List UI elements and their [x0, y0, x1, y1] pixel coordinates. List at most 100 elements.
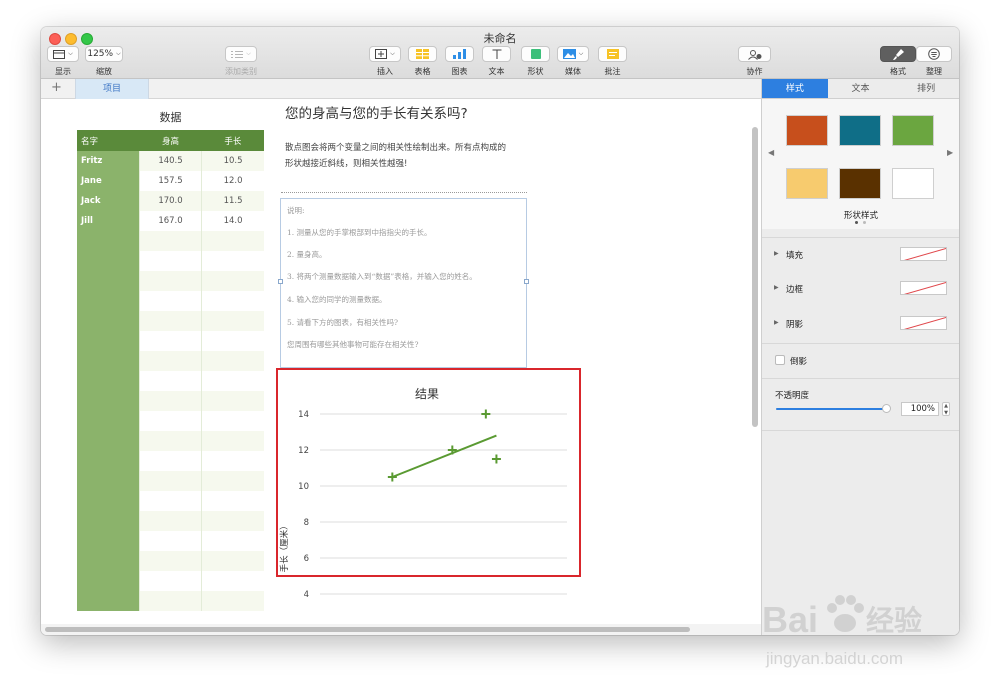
table-row[interactable]: Fritz 140.5 10.5 [77, 151, 264, 171]
cell-hand[interactable]: 14.0 [201, 211, 264, 231]
style-swatch[interactable] [839, 168, 881, 199]
cell-name[interactable]: Jane [77, 171, 140, 191]
add-category-button[interactable]: ⌵ [225, 46, 257, 62]
cell-hand[interactable] [201, 391, 264, 411]
cell-height[interactable] [138, 411, 202, 431]
media-button[interactable]: ⌵ [557, 46, 589, 62]
cell-name[interactable] [77, 591, 140, 611]
table-row[interactable]: Jill 167.0 14.0 [77, 211, 264, 231]
table-row[interactable] [77, 251, 264, 271]
cell-hand[interactable] [201, 511, 264, 531]
cell-height[interactable] [138, 451, 202, 471]
data-table[interactable]: 名字 身高 手长 Fritz 140.5 10.5 Jane 157.5 12.0 Jack… [77, 130, 264, 611]
cell-name[interactable] [77, 551, 140, 571]
add-sheet-button[interactable]: + [51, 81, 62, 95]
zoom-menu[interactable]: 125% ⌵ 缩放 [85, 46, 123, 77]
fill-preview[interactable] [900, 247, 947, 261]
table-row[interactable] [77, 271, 264, 291]
cell-height[interactable] [138, 591, 202, 611]
instructions-text-box[interactable]: 说明: 1. 测量从您的手掌根部到中指指尖的手长。 2. 量身高。 3. 将两个… [278, 198, 529, 368]
cell-height[interactable] [138, 471, 202, 491]
tab-style[interactable]: 样式 [762, 79, 828, 98]
table-row[interactable] [77, 471, 264, 491]
cell-name[interactable] [77, 231, 140, 251]
resize-handle[interactable] [524, 279, 529, 284]
cell-hand[interactable] [201, 311, 264, 331]
cell-height[interactable] [138, 351, 202, 371]
opacity-input[interactable]: 100% [901, 402, 939, 416]
cell-height[interactable] [138, 311, 202, 331]
comment-button[interactable] [598, 46, 627, 62]
column-header-hand[interactable]: 手长 [201, 130, 264, 151]
table-tool[interactable]: 表格 [408, 46, 437, 77]
cell-name[interactable]: Fritz [77, 151, 140, 171]
shape-button[interactable] [521, 46, 550, 62]
cell-hand[interactable] [201, 271, 264, 291]
cell-name[interactable] [77, 571, 140, 591]
cell-hand[interactable] [201, 291, 264, 311]
cell-height[interactable] [138, 511, 202, 531]
style-swatch[interactable] [892, 168, 934, 199]
cell-height[interactable] [138, 571, 202, 591]
media-menu[interactable]: ⌵ 媒体 [557, 46, 589, 77]
collaborate-button[interactable] [738, 46, 771, 62]
opacity-stepper[interactable]: ▲ ▼ [942, 402, 950, 416]
cell-hand[interactable] [201, 351, 264, 371]
cell-name[interactable] [77, 451, 140, 471]
style-swatch[interactable] [892, 115, 934, 146]
cell-hand[interactable] [201, 591, 264, 611]
cell-height[interactable] [138, 331, 202, 351]
cell-hand[interactable] [201, 231, 264, 251]
table-row[interactable] [77, 291, 264, 311]
border-section[interactable]: ▶ 边框 [762, 272, 959, 306]
cell-height[interactable]: 170.0 [138, 191, 202, 211]
tab-arrange[interactable]: 排列 [893, 79, 959, 98]
table-row[interactable] [77, 531, 264, 551]
cell-height[interactable]: 140.5 [138, 151, 202, 171]
cell-name[interactable] [77, 351, 140, 371]
cell-name[interactable] [77, 491, 140, 511]
table-row[interactable] [77, 451, 264, 471]
style-swatch[interactable] [839, 115, 881, 146]
cell-height[interactable]: 157.5 [138, 171, 202, 191]
opacity-slider[interactable] [776, 408, 886, 410]
border-preview[interactable] [900, 281, 947, 295]
cell-hand[interactable] [201, 571, 264, 591]
table-row[interactable] [77, 231, 264, 251]
insert-button[interactable]: ⌵ [369, 46, 401, 62]
cell-hand[interactable] [201, 371, 264, 391]
text-tool[interactable]: 文本 [482, 46, 511, 77]
table-row[interactable] [77, 491, 264, 511]
column-header-name[interactable]: 名字 [77, 130, 140, 151]
cell-name[interactable] [77, 311, 140, 331]
cell-hand[interactable] [201, 411, 264, 431]
cell-name[interactable] [77, 511, 140, 531]
cell-name[interactable] [77, 271, 140, 291]
fill-section[interactable]: ▶ 填充 [762, 237, 959, 271]
cell-name[interactable] [77, 431, 140, 451]
cell-name[interactable] [77, 291, 140, 311]
table-row[interactable] [77, 351, 264, 371]
cell-height[interactable] [138, 531, 202, 551]
cell-hand[interactable] [201, 551, 264, 571]
cell-name[interactable] [77, 531, 140, 551]
page-indicator-dot[interactable] [855, 221, 858, 224]
cell-name[interactable] [77, 251, 140, 271]
horizontal-scrollbar[interactable] [45, 627, 690, 632]
cell-hand[interactable] [201, 531, 264, 551]
opacity-slider-knob[interactable] [882, 404, 891, 413]
question-title[interactable]: 您的身高与您的手长有关系吗? [285, 102, 468, 122]
cell-hand[interactable]: 11.5 [201, 191, 264, 211]
reflection-checkbox[interactable] [775, 355, 785, 365]
text-button[interactable] [482, 46, 511, 62]
cell-hand[interactable] [201, 491, 264, 511]
cell-height[interactable] [138, 371, 202, 391]
table-row[interactable] [77, 571, 264, 591]
table-row[interactable] [77, 431, 264, 451]
chart-tool[interactable]: 图表 [445, 46, 474, 77]
style-swatch[interactable] [786, 168, 828, 199]
table-row[interactable] [77, 371, 264, 391]
cell-name[interactable] [77, 471, 140, 491]
table-row[interactable] [77, 591, 264, 611]
tab-text[interactable]: 文本 [828, 79, 894, 98]
